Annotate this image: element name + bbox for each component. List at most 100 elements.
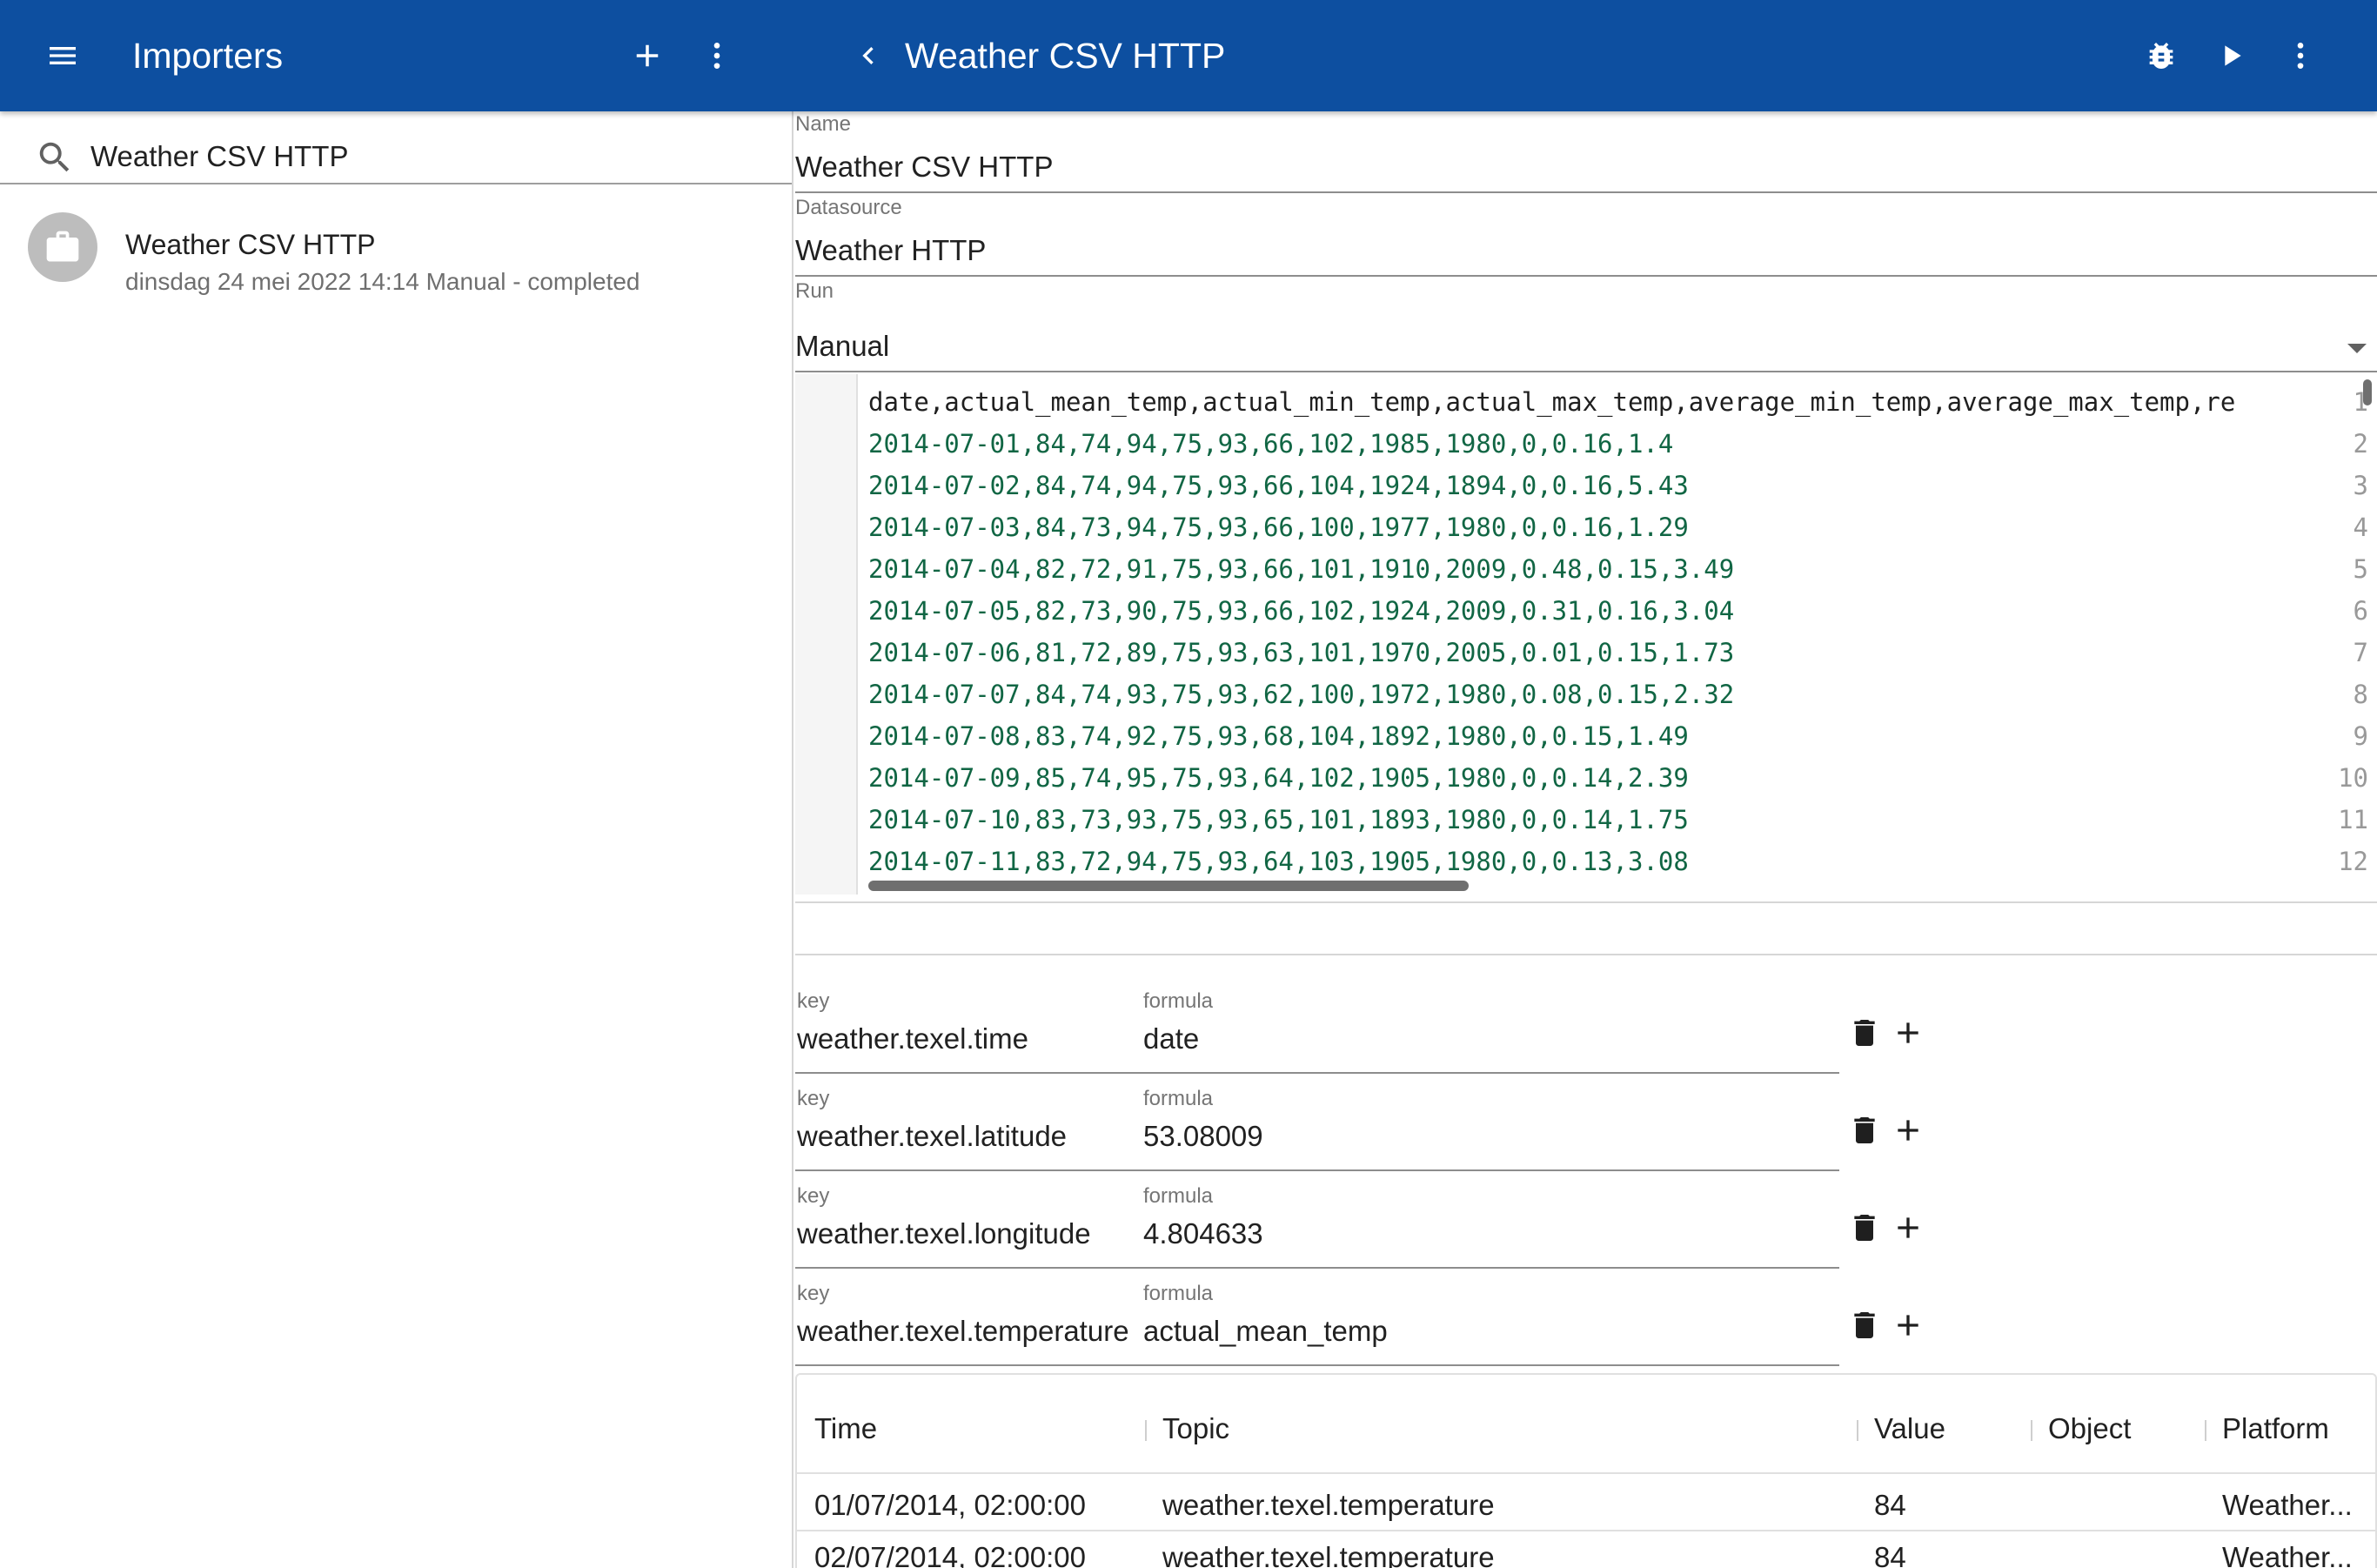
formula-label: formula [1143, 1087, 1214, 1110]
add-mapping-button[interactable] [1888, 1013, 1928, 1053]
code-line[interactable]: 2014-07-05,82,73,90,75,93,66,102,1924,20… [868, 590, 1734, 632]
add-mapping-button[interactable] [1888, 1208, 1928, 1248]
cell-topic: weather.texel.temperature [1162, 1489, 1495, 1521]
delete-mapping-button[interactable] [1845, 1110, 1885, 1150]
key-field[interactable]: weather.texel.longitude [797, 1215, 1091, 1253]
add-icon [1898, 1022, 1918, 1043]
code-line[interactable]: 2014-07-08,83,74,92,75,93,68,104,1892,19… [868, 715, 1689, 757]
vertical-scrollbar[interactable] [2363, 379, 2372, 405]
trash-icon [1854, 1020, 1875, 1046]
delete-mapping-button[interactable] [1845, 1305, 1885, 1345]
column-header-object[interactable]: Object [2048, 1410, 2131, 1448]
line-number: 3 [2353, 471, 2368, 500]
code-line[interactable]: 2014-07-03,84,73,94,75,93,66,100,1977,19… [868, 506, 1689, 548]
trash-icon [1854, 1117, 1875, 1143]
trash-icon [1854, 1312, 1875, 1338]
delete-mapping-button[interactable] [1845, 1208, 1885, 1248]
line-number: 10 [2338, 763, 2368, 793]
mapping-divider [795, 954, 2377, 955]
formula-field[interactable]: 4.804633 [1143, 1215, 1263, 1253]
list-more-icon[interactable] [691, 30, 743, 82]
line-number: 7 [2353, 638, 2368, 667]
bug-icon[interactable] [2135, 30, 2187, 82]
datasource-label: Datasource [795, 196, 902, 219]
run-label: Run [795, 279, 834, 303]
menu-icon[interactable] [37, 30, 89, 82]
add-mapping-button[interactable] [1888, 1110, 1928, 1150]
column-header-value[interactable]: Value [1874, 1410, 1945, 1448]
csv-editor[interactable]: 1 date,actual_mean_temp,actual_min_temp,a… [795, 374, 2377, 895]
importer-list-panel: Weather CSV HTTP Weather CSV HTTP dinsda… [0, 111, 793, 1568]
code-line[interactable]: 2014-07-10,83,73,93,75,93,65,101,1893,19… [868, 799, 1689, 841]
line-number: 8 [2353, 680, 2368, 709]
list-item[interactable]: Weather CSV HTTP dinsdag 24 mei 2022 14:… [0, 198, 792, 320]
run-underline [795, 371, 2377, 372]
trash-icon [1854, 1215, 1875, 1241]
add-importer-button[interactable] [621, 30, 673, 82]
mapping-underline [795, 1267, 1839, 1269]
add-icon [1898, 1315, 1918, 1336]
row-divider [797, 1530, 2375, 1531]
run-select[interactable]: Manual [795, 327, 889, 365]
column-separator [1145, 1420, 1147, 1441]
datasource-field[interactable]: Weather HTTP [795, 231, 986, 270]
column-separator [1857, 1420, 1858, 1441]
code-line[interactable]: 2014-07-06,81,72,89,75,93,63,101,1970,20… [868, 632, 1734, 673]
list-item-subtitle: dinsdag 24 mei 2022 14:14 Manual - compl… [125, 268, 640, 295]
detail-title: Weather CSV HTTP [905, 36, 1226, 76]
column-separator [2205, 1420, 2206, 1441]
play-icon[interactable] [2205, 30, 2257, 82]
editor-divider [795, 901, 2377, 903]
cell-platform: Weather... [2222, 1489, 2353, 1521]
cell-time: 01/07/2014, 02:00:00 [814, 1489, 1086, 1521]
datasource-underline [795, 275, 2377, 277]
line-number: 6 [2353, 596, 2368, 626]
delete-mapping-button[interactable] [1845, 1013, 1885, 1053]
line-number: 4 [2353, 513, 2368, 542]
code-line[interactable]: 2014-07-07,84,74,93,75,93,62,100,1972,19… [868, 673, 1734, 715]
column-header-topic[interactable]: Topic [1162, 1410, 1229, 1448]
code-line[interactable]: 2014-07-01,84,74,94,75,93,66,102,1985,19… [868, 423, 1673, 465]
search-bar[interactable]: Weather CSV HTTP [0, 111, 792, 184]
formula-field[interactable]: 53.08009 [1143, 1117, 1263, 1156]
add-icon [1898, 1120, 1918, 1141]
column-header-platform[interactable]: Platform [2222, 1410, 2329, 1448]
code-line[interactable]: 2014-07-02,84,74,94,75,93,66,104,1924,18… [868, 465, 1689, 506]
key-label: key [797, 989, 830, 1013]
key-field[interactable]: weather.texel.temperature [797, 1312, 1129, 1350]
detail-more-icon[interactable] [2274, 30, 2327, 82]
name-label: Name [795, 112, 852, 136]
key-field[interactable]: weather.texel.latitude [797, 1117, 1067, 1156]
dropdown-arrow-icon[interactable] [2344, 339, 2370, 357]
code-line[interactable]: 2014-07-09,85,74,95,75,93,64,102,1905,19… [868, 757, 1689, 799]
code-line[interactable]: date,actual_mean_temp,actual_min_temp,ac… [868, 381, 2235, 423]
mapping-underline [795, 1364, 1839, 1366]
cell-platform: Weather... [2222, 1541, 2353, 1568]
formula-field[interactable]: date [1143, 1020, 1199, 1058]
column-header-time[interactable]: Time [814, 1410, 877, 1448]
search-input[interactable]: Weather CSV HTTP [90, 137, 348, 176]
name-field[interactable]: Weather CSV HTTP [795, 148, 1053, 186]
key-label: key [797, 1184, 830, 1208]
search-icon [35, 137, 75, 178]
mapping-underline [795, 1072, 1839, 1074]
line-number: 9 [2353, 721, 2368, 751]
cell-time: 02/07/2014, 02:00:00 [814, 1541, 1086, 1568]
app-bar: Importers Weather CSV HTTP [0, 0, 2377, 111]
key-field[interactable]: weather.texel.time [797, 1020, 1028, 1058]
key-label: key [797, 1087, 830, 1110]
add-mapping-button[interactable] [1888, 1305, 1928, 1345]
briefcase-icon [28, 212, 97, 282]
formula-field[interactable]: actual_mean_temp [1143, 1312, 1388, 1350]
key-label: key [797, 1282, 830, 1305]
line-number: 12 [2338, 847, 2368, 876]
code-line[interactable]: 2014-07-11,83,72,94,75,93,64,103,1905,19… [868, 841, 1689, 882]
horizontal-scrollbar[interactable] [868, 881, 1469, 891]
column-separator [2031, 1420, 2032, 1441]
mapping-underline [795, 1169, 1839, 1171]
header-divider [797, 1472, 2375, 1474]
name-underline [795, 191, 2377, 193]
code-line[interactable]: 2014-07-04,82,72,91,75,93,66,101,1910,20… [868, 548, 1734, 590]
results-table: Time Topic Value Object Platform 01/07/2… [795, 1373, 2377, 1568]
chevron-left-icon[interactable] [842, 30, 894, 82]
